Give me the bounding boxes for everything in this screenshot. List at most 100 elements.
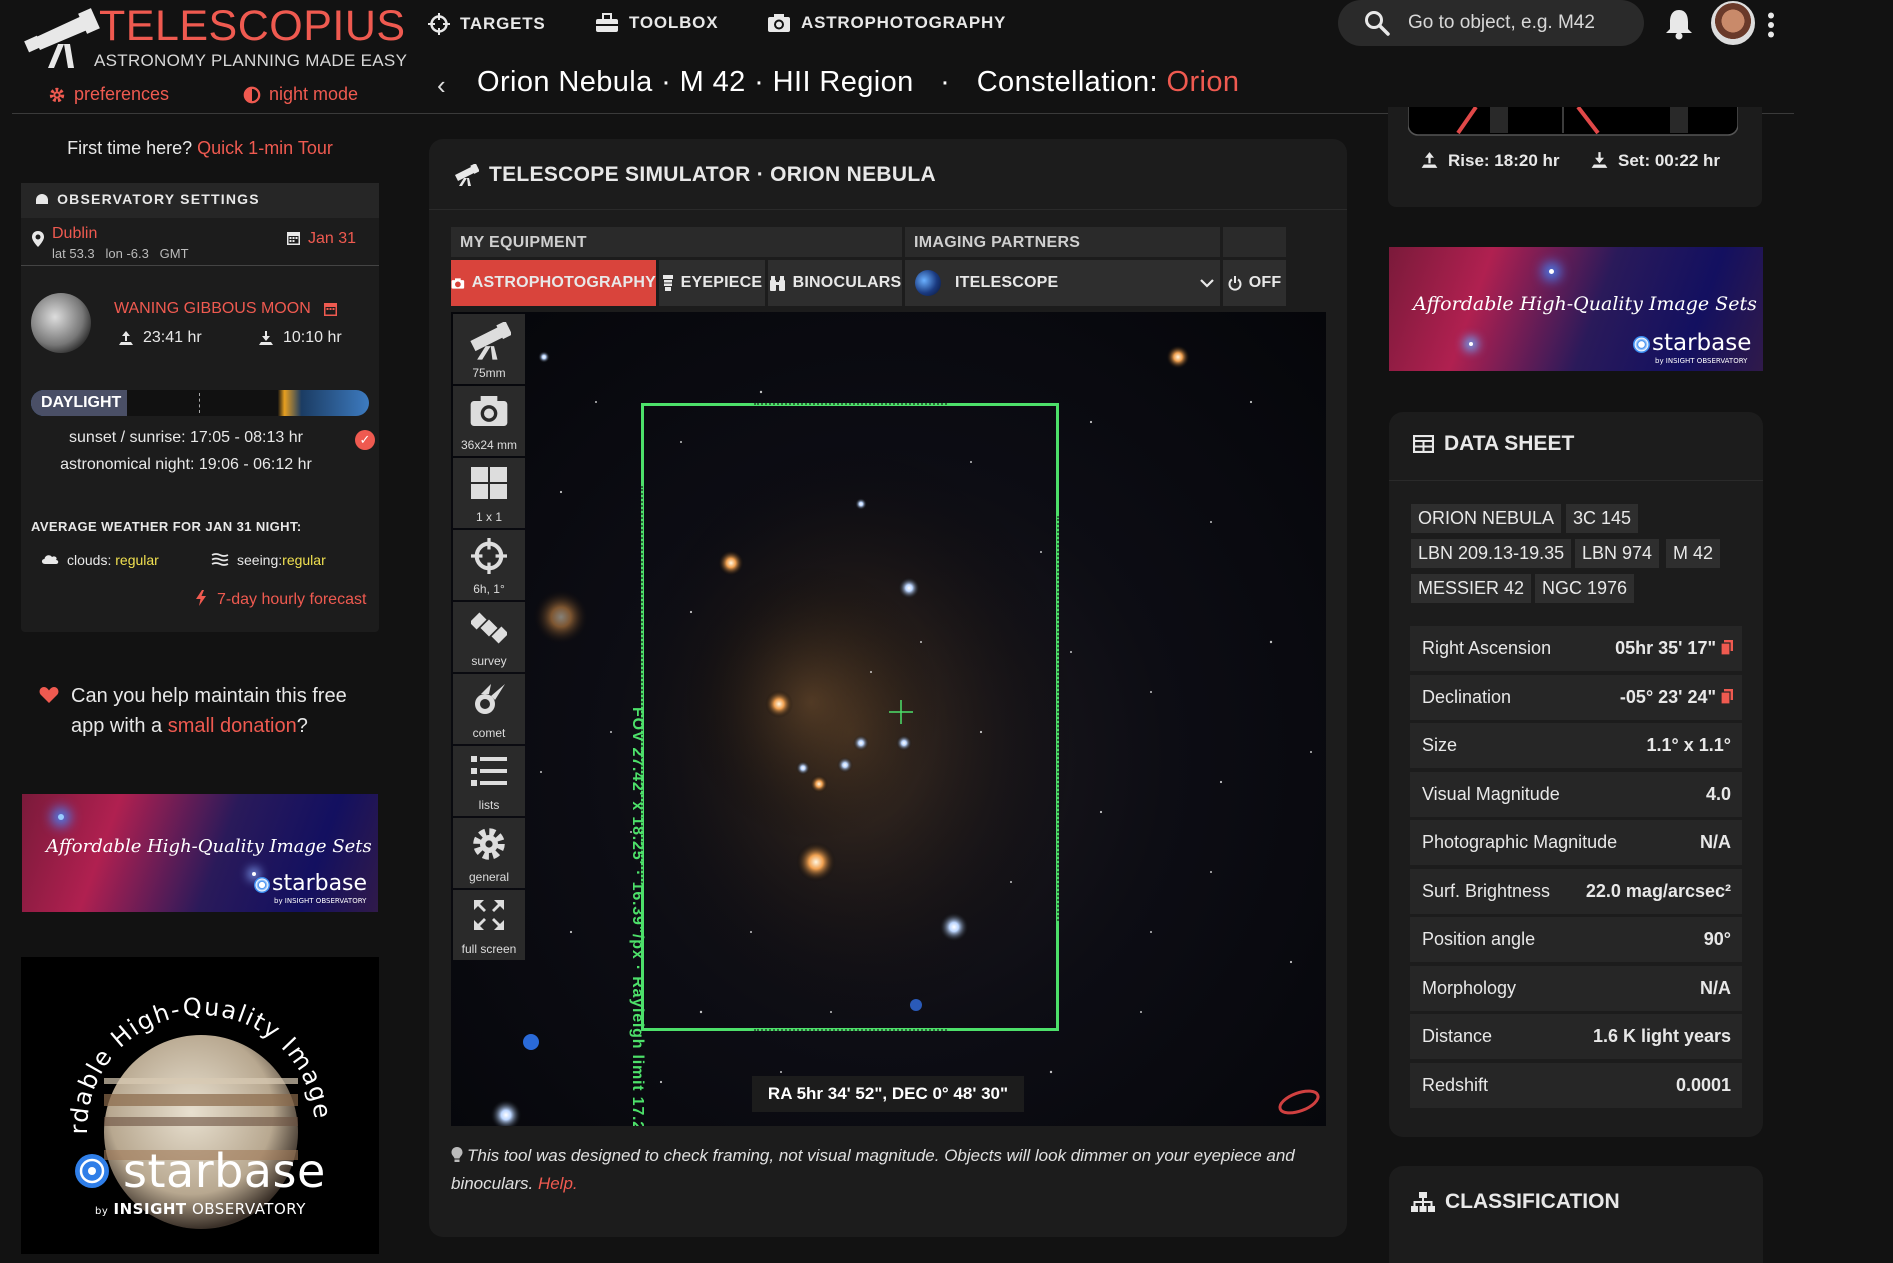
name-chip[interactable]: NGC 1976 [1535, 574, 1635, 603]
title-separator: · [940, 66, 951, 98]
location-link[interactable]: Dublin [52, 225, 97, 243]
starbase-ad-banner[interactable]: Affordable High-Quality Image Sets starb… [22, 794, 378, 912]
mosaic-button[interactable]: 1 x 1 [453, 458, 525, 528]
data-sheet-heading: DATA SHEET [1413, 432, 1574, 456]
general-settings-button[interactable]: general [453, 818, 525, 888]
ad-star [1549, 269, 1554, 274]
ad-right-byline: by INSIGHT OBSERVATORY [1655, 357, 1748, 365]
lightning-icon [196, 590, 206, 606]
tab-binoculars[interactable]: BINOCULARS [768, 260, 902, 306]
constellation-link[interactable]: Orion [1167, 66, 1240, 98]
data-row-label: Morphology [1422, 978, 1517, 998]
crosshair-icon [428, 13, 450, 35]
search-box[interactable]: Go to object, e.g. M42 [1338, 0, 1644, 46]
location-pin-icon [32, 231, 44, 247]
starbase-jupiter-ad[interactable]: Affordable High-Quality Image Sets starb… [21, 957, 379, 1254]
tab-off[interactable]: OFF [1223, 260, 1286, 306]
tab-astrophotography[interactable]: ASTROPHOTOGRAPHY [451, 260, 656, 306]
copy-icon[interactable] [1721, 640, 1733, 655]
lists-button[interactable]: lists [453, 746, 525, 816]
rotation-button-label: 6h, 1° [473, 582, 505, 596]
brand-title[interactable]: TELESCOPIUS [99, 2, 406, 51]
check-circle-icon[interactable]: ✓ [355, 430, 375, 450]
fov-frame[interactable] [641, 403, 1059, 1031]
clouds-info: clouds: regular [67, 552, 159, 568]
seeing-label: seeing: [237, 552, 283, 568]
ad-star [252, 872, 256, 876]
camera-icon [768, 14, 790, 32]
bell-icon[interactable] [1664, 8, 1694, 40]
moonset-icon [259, 331, 273, 345]
forecast-link[interactable]: 7-day hourly forecast [217, 591, 366, 609]
search-input[interactable]: Go to object, e.g. M42 [1408, 12, 1595, 34]
full-screen-button[interactable]: full screen [453, 890, 525, 960]
name-chip[interactable]: MESSIER 42 [1411, 574, 1532, 603]
preferences-label: preferences [74, 84, 170, 104]
help-link[interactable]: Help. [538, 1174, 578, 1193]
telescope-button[interactable]: 75mm [453, 314, 525, 384]
general-button-label: general [468, 870, 510, 884]
camera-icon [451, 277, 465, 289]
sky-view[interactable]: 75mm 36x24 mm 1 x 1 6h, 1° survey comet [451, 312, 1326, 1126]
copy-icon[interactable] [1721, 689, 1733, 704]
survey-button-label: survey [471, 654, 507, 668]
moon-calendar-icon[interactable] [323, 301, 338, 317]
tab-eyepiece[interactable]: EYEPIECE [659, 260, 765, 306]
imaging-partners-label: IMAGING PARTNERS [905, 227, 1220, 257]
name-chip[interactable]: ORION NEBULA [1411, 504, 1562, 533]
telescope-logo-icon[interactable] [24, 8, 100, 68]
grid-icon [471, 467, 507, 499]
moonrise-icon [119, 331, 133, 345]
partner-dropdown[interactable] [1193, 260, 1220, 306]
name-chip[interactable]: M 42 [1666, 539, 1721, 568]
partner-select-value: ITELESCOPE [955, 274, 1059, 291]
night-mode-label: night mode [269, 84, 359, 104]
name-chip[interactable]: LBN 974 [1575, 539, 1660, 568]
chevron-down-icon [1199, 278, 1214, 288]
full-screen-button-label: full screen [461, 942, 517, 956]
lightbulb-icon [451, 1147, 463, 1162]
nav-targets-label: TARGETS [460, 14, 546, 33]
rise-icon [1421, 152, 1438, 168]
name-chip[interactable]: LBN 209.13-19.35 [1411, 539, 1572, 568]
starbase-logo-icon [1633, 336, 1650, 353]
data-row-value: N/A [1700, 832, 1731, 852]
more-menu-icon[interactable] [1767, 12, 1775, 38]
camera-icon [470, 396, 508, 426]
calendar-icon [287, 232, 300, 245]
rotation-button[interactable]: 6h, 1° [453, 530, 525, 600]
comet-button-label: comet [472, 726, 506, 740]
avatar[interactable] [1711, 1, 1755, 45]
date-link[interactable]: Jan 31 [308, 230, 356, 248]
partner-select[interactable]: ITELESCOPE [905, 260, 1193, 306]
byline-insight: INSIGHT [113, 1200, 187, 1218]
search-icon [1365, 11, 1390, 36]
tour-link[interactable]: Quick 1-min Tour [197, 138, 333, 158]
starbase-ad-banner-right[interactable]: Affordable High-Quality Image Sets starb… [1389, 247, 1763, 371]
survey-button[interactable]: survey [453, 602, 525, 672]
classification-heading: CLASSIFICATION [1411, 1190, 1620, 1214]
data-row: Position angle 90° [1410, 917, 1742, 962]
jupiter-ad-brand: starbase [123, 1144, 326, 1198]
preferences-link[interactable]: preferences [48, 84, 169, 105]
power-icon [1228, 275, 1242, 291]
expand-icon [474, 900, 504, 930]
tab-off-label: OFF [1248, 274, 1282, 291]
daylight-timeline[interactable]: DAYLIGHT [31, 390, 369, 416]
nav-targets[interactable]: TARGETS [428, 13, 546, 35]
donation-link[interactable]: small donation [168, 715, 297, 737]
night-mode-toggle[interactable]: night mode [243, 84, 358, 105]
donation-suffix: ? [296, 715, 308, 737]
byline-by: by [95, 1206, 109, 1217]
lists-button-label: lists [478, 798, 500, 812]
name-chip[interactable]: 3C 145 [1566, 504, 1639, 533]
midnight-marker [199, 393, 200, 413]
camera-button[interactable]: 36x24 mm [453, 386, 525, 456]
comet-button[interactable]: comet [453, 674, 525, 744]
telescope-simulator-panel: TELESCOPE SIMULATOR · ORION NEBULA MY EQ… [429, 139, 1347, 1237]
data-sheet-title: DATA SHEET [1444, 432, 1575, 455]
back-chevron-icon[interactable]: ‹ [437, 70, 446, 101]
nav-toolbox[interactable]: TOOLBOX [595, 13, 718, 33]
cloud-icon [41, 555, 59, 564]
nav-astrophotography[interactable]: ASTROPHOTOGRAPHY [767, 13, 1006, 33]
